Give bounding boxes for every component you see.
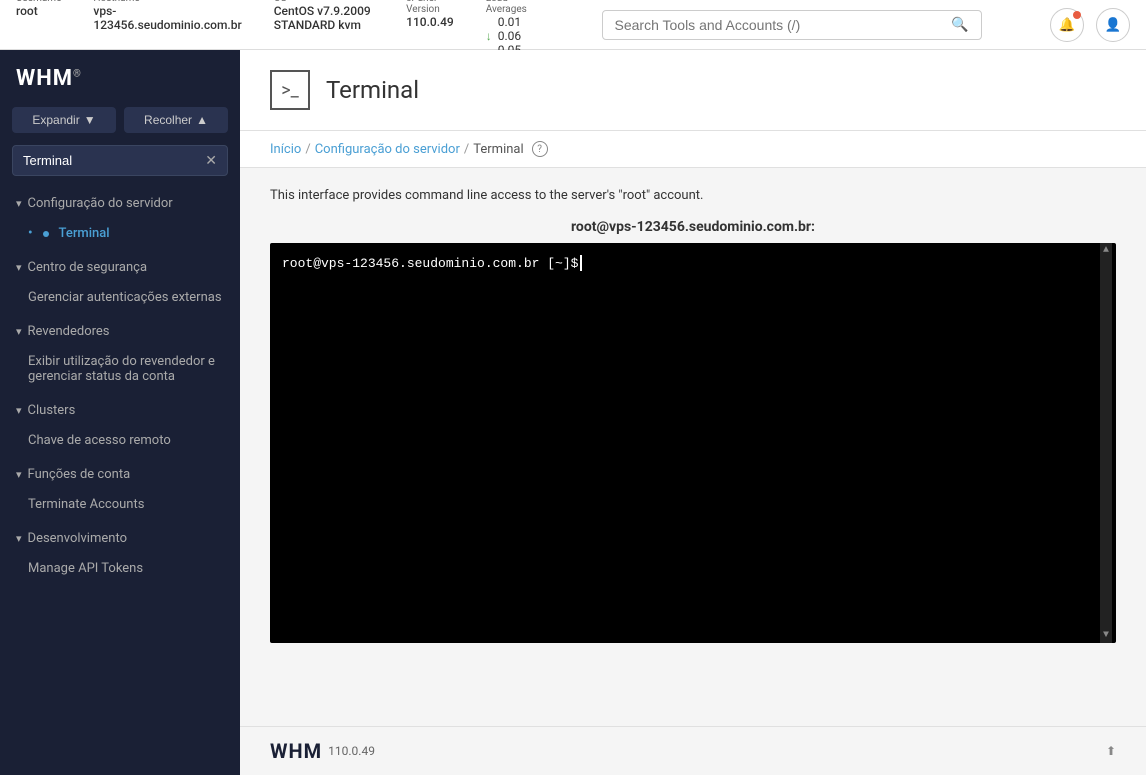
os-value: CentOS v7.9.2009 STANDARD kvm [274, 4, 374, 32]
nav-section-configuracao: ▾ Configuração do servidor Terminal [0, 188, 240, 248]
nav-section-funcoes-conta: ▾ Funções de conta Terminate Accounts [0, 459, 240, 519]
sidebar: WHM® Expandir ▼ Recolher ▲ ✕ ▾ Configura… [0, 50, 240, 775]
chevron-down-icon: ▾ [16, 197, 22, 210]
nav-section-header-clusters[interactable]: ▾ Clusters [0, 395, 240, 426]
nav-section-desenvolvimento: ▾ Desenvolvimento Manage API Tokens [0, 523, 240, 583]
sidebar-logo: WHM® [0, 50, 240, 107]
topbar-actions: 🔔 👤 [1050, 8, 1130, 42]
cpanel-label: cPanel Version [406, 0, 454, 15]
search-area: 🔍 [533, 10, 1050, 40]
content-area: >_ Terminal Início / Configuração do ser… [240, 50, 1146, 775]
breadcrumb-section-link[interactable]: Configuração do servidor [315, 142, 460, 157]
chevron-down-icon-seguranca: ▾ [16, 261, 22, 274]
sidebar-item-exibir-utilizacao[interactable]: Exibir utilização do revendedor e gerenc… [0, 347, 240, 391]
sidebar-search-box[interactable]: ✕ [12, 145, 228, 176]
sidebar-item-label-api: Manage API Tokens [28, 561, 143, 576]
breadcrumb-separator-2: / [464, 142, 469, 157]
sidebar-item-label-revendedores: Exibir utilização do revendedor e gerenc… [28, 354, 224, 384]
footer-version: 110.0.49 [328, 744, 375, 758]
sidebar-item-label-terminal: Terminal [59, 226, 110, 241]
terminal-prompt-line: root@vps-123456.seudominio.com.br [~]$ [282, 255, 1090, 271]
sidebar-item-terminate-accounts[interactable]: Terminate Accounts [0, 490, 240, 519]
server-meta: Username root Hostname vps-123456.seudom… [16, 0, 533, 57]
nav-section-header-revendedores[interactable]: ▾ Revendedores [0, 316, 240, 347]
active-dot-icon [43, 231, 49, 237]
main-layout: WHM® Expandir ▼ Recolher ▲ ✕ ▾ Configura… [0, 50, 1146, 775]
meta-load: Load Averages ↓ 0.01 0.06 0.05 [486, 0, 533, 57]
content-body: This interface provides command line acc… [240, 168, 1146, 726]
nav-section-label-clusters: Clusters [28, 403, 76, 418]
notification-dot [1073, 11, 1081, 19]
footer-logo-text: WHM [270, 739, 322, 763]
sidebar-item-label-autenticacoes: Gerenciar autenticações externas [28, 290, 222, 305]
search-container[interactable]: 🔍 [602, 10, 982, 40]
sidebar-controls: Expandir ▼ Recolher ▲ [0, 107, 240, 145]
nav-section-header-desenvolvimento[interactable]: ▾ Desenvolvimento [0, 523, 240, 554]
sidebar-item-chave-acesso[interactable]: Chave de acesso remoto [0, 426, 240, 455]
breadcrumb: Início / Configuração do servidor / Term… [240, 131, 1146, 168]
chevron-down-icon-clusters: ▾ [16, 404, 22, 417]
scroll-up-icon[interactable]: ▲ [1103, 245, 1109, 256]
nav-section-label-desenvolvimento: Desenvolvimento [28, 531, 127, 546]
page-description: This interface provides command line acc… [270, 188, 1116, 203]
nav-section-clusters: ▾ Clusters Chave de acesso remoto [0, 395, 240, 455]
meta-username: Username root [16, 0, 61, 57]
search-icon: 🔍 [951, 17, 968, 33]
meta-cpanel: cPanel Version 110.0.49 [406, 0, 454, 57]
nav-section-label-seguranca: Centro de segurança [28, 260, 148, 275]
collapse-button[interactable]: Recolher ▲ [124, 107, 228, 133]
terminal-scrollbar[interactable]: ▲ ▼ [1100, 243, 1112, 643]
help-icon[interactable]: ? [532, 141, 548, 157]
sidebar-item-manage-api[interactable]: Manage API Tokens [0, 554, 240, 583]
nav-section-label-funcoes: Funções de conta [28, 467, 131, 482]
meta-os: OS CentOS v7.9.2009 STANDARD kvm [274, 0, 374, 57]
nav-section-seguranca: ▾ Centro de segurança Gerenciar autentic… [0, 252, 240, 312]
breadcrumb-separator-1: / [305, 142, 310, 157]
terminal-window[interactable]: root@vps-123456.seudominio.com.br [~]$ ▲… [270, 243, 1116, 643]
chevron-down-icon-revendedores: ▾ [16, 325, 22, 338]
breadcrumb-current: Terminal [473, 142, 523, 157]
footer: WHM 110.0.49 ⬆ [240, 726, 1146, 775]
expand-button[interactable]: Expandir ▼ [12, 107, 116, 133]
page-icon: >_ [270, 70, 310, 110]
terminal-content: root@vps-123456.seudominio.com.br [~]$ [282, 255, 1104, 271]
topbar: Username root Hostname vps-123456.seudom… [0, 0, 1146, 50]
chevron-down-icon-funcoes: ▾ [16, 468, 22, 481]
terminal-cursor [580, 255, 582, 271]
meta-hostname: Hostname vps-123456.seudominio.com.br [93, 0, 241, 57]
hostname-value: vps-123456.seudominio.com.br [93, 4, 241, 32]
nav-section-header-seguranca[interactable]: ▾ Centro de segurança [0, 252, 240, 283]
sidebar-item-terminal[interactable]: Terminal [0, 219, 240, 248]
page-title: Terminal [326, 76, 419, 104]
nav-section-label-configuracao: Configuração do servidor [28, 196, 173, 211]
sidebar-item-label-chave: Chave de acesso remoto [28, 433, 171, 448]
notification-button[interactable]: 🔔 [1050, 8, 1084, 42]
logo-text: WHM® [16, 66, 82, 91]
nav-section-header-funcoes[interactable]: ▾ Funções de conta [0, 459, 240, 490]
username-value: root [16, 4, 61, 18]
scroll-down-icon[interactable]: ▼ [1103, 630, 1109, 641]
user-menu-button[interactable]: 👤 [1096, 8, 1130, 42]
sidebar-search-input[interactable] [23, 153, 205, 168]
terminal-prompt-text: root@vps-123456.seudominio.com.br [~]$ [282, 256, 578, 271]
footer-logo: WHM 110.0.49 [270, 739, 375, 763]
footer-scroll-top-icon[interactable]: ⬆ [1106, 744, 1116, 758]
terminal-title: root@vps-123456.seudominio.com.br: [270, 219, 1116, 235]
nav-section-label-revendedores: Revendedores [28, 324, 110, 339]
load-down-icon: ↓ [486, 29, 492, 43]
nav-section-header-configuracao[interactable]: ▾ Configuração do servidor [0, 188, 240, 219]
sidebar-item-label-terminate: Terminate Accounts [28, 497, 144, 512]
cpanel-value: 110.0.49 [406, 15, 454, 29]
sidebar-item-gerenciar-autenticacoes[interactable]: Gerenciar autenticações externas [0, 283, 240, 312]
sidebar-search-clear-button[interactable]: ✕ [205, 152, 217, 169]
content-header: >_ Terminal [240, 50, 1146, 131]
nav-section-revendedores: ▾ Revendedores Exibir utilização do reve… [0, 316, 240, 391]
load-label: Load Averages [486, 0, 533, 15]
breadcrumb-home-link[interactable]: Início [270, 142, 301, 157]
search-input[interactable] [615, 17, 952, 33]
chevron-down-icon-dev: ▾ [16, 532, 22, 545]
